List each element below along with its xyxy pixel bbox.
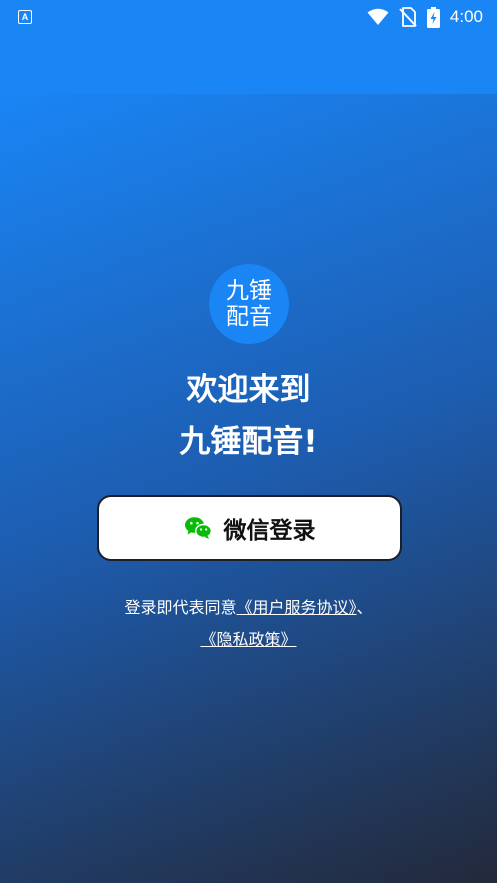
status-right: 4:00 bbox=[367, 6, 483, 28]
wechat-icon bbox=[184, 517, 212, 539]
battery-charging-icon bbox=[426, 6, 440, 28]
status-time: 4:00 bbox=[449, 7, 483, 26]
login-screen: A 4:00 九锤 配音 欢迎来到 九锤配音! 微信登录 登录即代表同意《用户服… bbox=[0, 0, 497, 883]
agreement-line2: 《隐私政策》 bbox=[0, 624, 497, 656]
agreement-prefix: 登录即代表同意 bbox=[124, 598, 237, 617]
agreement-text: 登录即代表同意《用户服务协议》、 《隐私政策》 bbox=[0, 592, 497, 656]
welcome-line1: 欢迎来到 bbox=[186, 372, 311, 408]
agreement-line1: 登录即代表同意《用户服务协议》、 bbox=[0, 592, 497, 624]
terms-of-service-link[interactable]: 《用户服务协议》 bbox=[236, 598, 356, 617]
login-content: 九锤 配音 欢迎来到 九锤配音! 微信登录 登录即代表同意《用户服务协议》、 《… bbox=[0, 94, 497, 883]
app-notification-icon: A bbox=[18, 10, 32, 24]
header-bar: A 4:00 bbox=[0, 0, 497, 94]
logo-text-line1: 九锤 bbox=[226, 278, 272, 304]
status-bar: A 4:00 bbox=[0, 0, 497, 34]
agreement-separator: 、 bbox=[356, 598, 373, 617]
welcome-line2: 九锤配音! bbox=[179, 424, 318, 460]
status-left: A bbox=[18, 10, 32, 24]
wifi-icon bbox=[367, 8, 389, 25]
privacy-policy-link[interactable]: 《隐私政策》 bbox=[200, 630, 296, 649]
welcome-heading: 欢迎来到 九锤配音! bbox=[0, 364, 497, 468]
logo-text-line2: 配音 bbox=[226, 304, 272, 330]
wechat-login-label: 微信登录 bbox=[223, 518, 316, 544]
no-sim-icon bbox=[399, 7, 417, 27]
wechat-login-button[interactable]: 微信登录 bbox=[97, 495, 402, 561]
app-logo: 九锤 配音 bbox=[209, 264, 289, 344]
